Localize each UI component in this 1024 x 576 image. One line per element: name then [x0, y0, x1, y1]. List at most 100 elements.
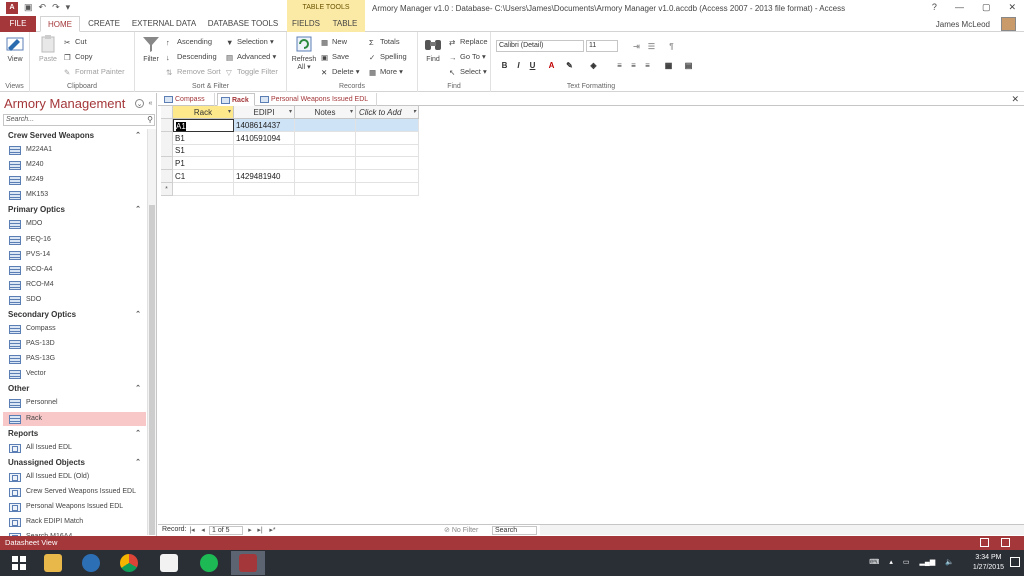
select-all-corner[interactable]	[161, 106, 173, 119]
filter-status[interactable]: ⊘ No Filter	[444, 526, 478, 534]
undo-icon[interactable]: ↶	[39, 2, 47, 14]
nav-item[interactable]: All Issued EDL	[3, 441, 146, 455]
nav-section-header[interactable]: Other ⌃	[3, 382, 146, 395]
save-record-button[interactable]: ▣ Save	[321, 50, 349, 63]
advanced-button[interactable]: ▤ Advanced ▾	[226, 50, 276, 63]
tab-table[interactable]: TABLE	[325, 16, 365, 32]
goto-button[interactable]: → Go To ▾	[449, 50, 486, 63]
replace-button[interactable]: ⇄ Replace	[449, 35, 488, 48]
table-cell[interactable]	[234, 157, 295, 171]
avatar[interactable]	[1001, 17, 1016, 31]
align-center-icon[interactable]: ≡	[628, 60, 639, 71]
new-record-cell[interactable]	[295, 182, 356, 196]
font-name-select[interactable]: Calibri (Detail)	[496, 40, 584, 52]
nav-item[interactable]: Crew Served Weapons Issued EDL	[3, 485, 146, 499]
format-painter-button[interactable]: ✎ Format Painter	[64, 65, 125, 78]
collapse-chevron-icon[interactable]: ⌃	[135, 427, 141, 440]
nav-menu-chevron-icon[interactable]: ⌄	[135, 99, 144, 108]
tab-create[interactable]: CREATE	[84, 16, 124, 32]
cut-button[interactable]: ✂ Cut	[64, 35, 87, 48]
save-icon[interactable]: ▣	[24, 2, 33, 14]
nav-item[interactable]: Rack EDIPI Match	[3, 515, 146, 529]
notifications-icon[interactable]	[1010, 557, 1020, 567]
nav-section-header[interactable]: Primary Optics ⌃	[3, 203, 146, 216]
volume-icon[interactable]: 🔈	[945, 558, 954, 566]
column-header-rack[interactable]: Rack ▾	[173, 106, 234, 119]
collapse-chevron-icon[interactable]: ⌃	[135, 382, 141, 395]
nav-item[interactable]: Personnel	[3, 396, 146, 410]
column-header-notes[interactable]: Notes ▾	[295, 106, 356, 119]
tray-overflow-icon[interactable]: ▴	[889, 558, 893, 566]
rtl-icon[interactable]: ¶	[666, 41, 677, 52]
totals-button[interactable]: Σ Totals	[369, 35, 400, 48]
table-cell[interactable]: 1410591094	[234, 131, 295, 145]
table-cell[interactable]	[295, 157, 356, 171]
copy-button[interactable]: ❐ Copy	[64, 50, 93, 63]
nav-scrollbar[interactable]	[147, 129, 156, 535]
bold-button[interactable]: B	[499, 60, 510, 71]
select-button[interactable]: ↖ Select ▾	[449, 65, 487, 78]
italic-button[interactable]: I	[513, 60, 524, 71]
view-button[interactable]: View	[1, 34, 29, 63]
minimize-button[interactable]: —	[955, 2, 964, 13]
next-record-button[interactable]: ▸	[246, 526, 254, 534]
datasheet-view-icon[interactable]	[980, 538, 989, 547]
redo-icon[interactable]: ↷	[52, 2, 60, 14]
table-cell[interactable]	[295, 131, 356, 145]
doctab-personal-weapons-issued-edl[interactable]: Personal Weapons Issued EDL	[257, 93, 377, 106]
doctab-compass[interactable]: Compass	[161, 93, 215, 106]
nav-section-header[interactable]: Crew Served Weapons ⌃	[3, 129, 146, 142]
ascending-button[interactable]: ↑ Ascending	[166, 35, 212, 48]
spotify-icon[interactable]	[192, 551, 226, 575]
column-dropdown-icon[interactable]: ▾	[350, 106, 353, 119]
access-taskbar-icon[interactable]	[231, 551, 265, 575]
table-cell[interactable]	[356, 131, 419, 145]
table-cell[interactable]: S1	[173, 144, 234, 158]
nav-item[interactable]: SDO	[3, 293, 146, 307]
nav-scrollbar-thumb[interactable]	[149, 205, 155, 535]
column-dropdown-icon[interactable]: ▾	[228, 106, 231, 119]
gridlines-icon[interactable]: ▦	[663, 60, 674, 71]
paste-button[interactable]: Paste	[34, 34, 62, 63]
close-document-icon[interactable]: ✕	[1011, 94, 1019, 105]
network-icon[interactable]: ▂▄▆	[920, 558, 936, 566]
previous-record-button[interactable]: ◂	[199, 526, 207, 534]
record-search-input[interactable]: Search	[492, 526, 537, 535]
spelling-button[interactable]: ✓ Spelling	[369, 50, 407, 63]
chrome-icon[interactable]	[112, 551, 146, 575]
thunderbird-icon[interactable]	[74, 551, 108, 575]
row-selector[interactable]	[161, 157, 173, 171]
align-left-icon[interactable]: ≡	[614, 60, 625, 71]
nav-item[interactable]: M224A1	[3, 143, 146, 157]
selection-button[interactable]: ▼ Selection ▾	[226, 35, 274, 48]
customize-qat-icon[interactable]: ▾	[66, 2, 71, 14]
nav-item[interactable]: PVS-14	[3, 248, 146, 262]
row-selector[interactable]	[161, 119, 173, 132]
nav-collapse-icon[interactable]: «	[146, 99, 155, 108]
clock[interactable]: 3:34 PM 1/27/2015	[973, 553, 1004, 573]
close-window-button[interactable]: ✕	[1008, 2, 1016, 13]
align-right-icon[interactable]: ≡	[642, 60, 653, 71]
new-record-button[interactable]: ▦ New	[321, 35, 347, 48]
nav-item[interactable]: Compass	[3, 322, 146, 336]
table-cell[interactable]: A1	[173, 119, 234, 132]
restore-button[interactable]: ▢	[982, 2, 991, 13]
table-cell[interactable]	[356, 119, 419, 132]
table-cell[interactable]	[234, 144, 295, 158]
filter-button[interactable]: Filter	[137, 34, 165, 63]
nav-item[interactable]: MK153	[3, 188, 146, 202]
alternate-row-color-icon[interactable]: ▤	[683, 60, 694, 71]
nav-item[interactable]: PAS-13D	[3, 337, 146, 351]
current-record-input[interactable]: 1 of 5	[209, 526, 243, 535]
table-cell[interactable]: P1	[173, 157, 234, 171]
table-cell[interactable]	[295, 169, 356, 183]
collapse-chevron-icon[interactable]: ⌃	[135, 456, 141, 469]
apps-icon[interactable]	[152, 551, 186, 575]
nav-item[interactable]: Personal Weapons Issued EDL	[3, 500, 146, 514]
remove-sort-button[interactable]: ⇅ Remove Sort	[166, 65, 221, 78]
tab-fields[interactable]: FIELDS	[287, 16, 325, 32]
nav-item[interactable]: RCO-A4	[3, 263, 146, 277]
table-cell[interactable]	[356, 144, 419, 158]
nav-item[interactable]: M240	[3, 158, 146, 172]
table-cell[interactable]: C1	[173, 169, 234, 183]
